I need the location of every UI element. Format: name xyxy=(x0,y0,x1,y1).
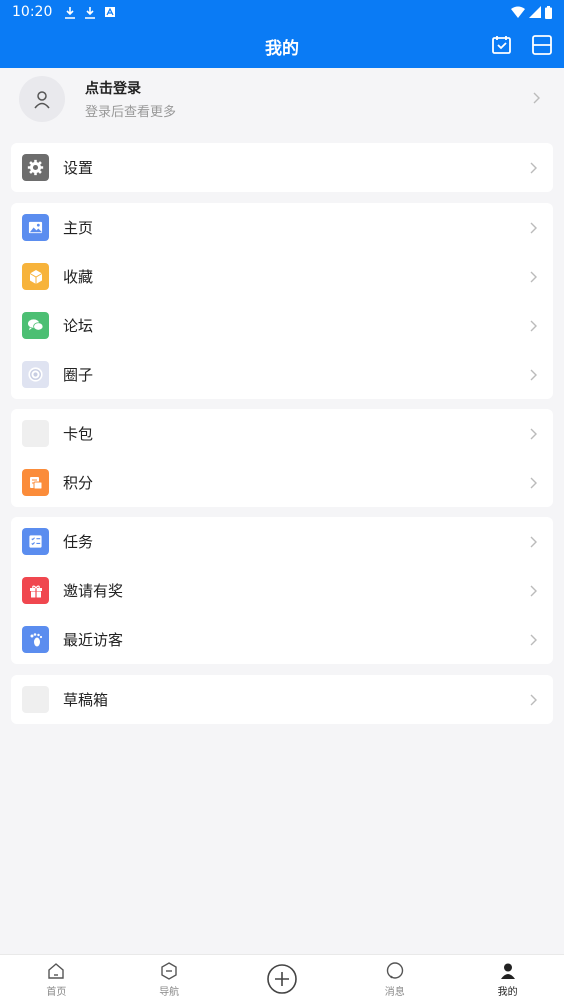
nav-tab-add[interactable] xyxy=(226,955,339,1004)
signal-icon xyxy=(529,6,541,18)
menu-item-label: 圈子 xyxy=(63,366,94,384)
nav-tab-home[interactable]: 首页 xyxy=(0,955,113,1004)
download-icon xyxy=(65,6,76,19)
menu-item-label: 主页 xyxy=(63,219,94,237)
login-row[interactable]: 点击登录 登录后查看更多 xyxy=(0,68,564,130)
menu-item-points[interactable]: 积分 xyxy=(11,458,553,507)
menu-item-label: 设置 xyxy=(63,159,94,177)
menu-item-invite-rewards[interactable]: 邀请有奖 xyxy=(11,566,553,615)
menu-item-forum[interactable]: 论坛 xyxy=(11,301,553,350)
menu-item-label: 草稿箱 xyxy=(63,691,109,709)
nav-label: 导航 xyxy=(159,987,180,998)
title-row: 我的 xyxy=(0,24,564,68)
scan-icon[interactable] xyxy=(530,33,554,57)
menu-item-card-wallet[interactable]: 卡包 xyxy=(11,409,553,458)
box-icon xyxy=(22,263,49,290)
menu-item-label: 邀请有奖 xyxy=(63,582,124,600)
message-icon xyxy=(386,962,403,979)
menu-group-activities: 任务 邀请有奖 最近访客 xyxy=(11,517,553,664)
chevron-right-icon xyxy=(527,162,539,174)
menu-item-recent-visitors[interactable]: 最近访客 xyxy=(11,615,553,664)
avatar[interactable] xyxy=(19,76,65,122)
add-icon xyxy=(267,963,297,994)
nav-label: 我的 xyxy=(497,987,518,998)
status-notifications xyxy=(64,6,116,19)
menu-group-drafts: 草稿箱 xyxy=(11,675,553,724)
chevron-right-icon xyxy=(530,92,542,104)
menu-item-drafts[interactable]: 草稿箱 xyxy=(11,675,553,724)
gift-icon xyxy=(22,577,49,604)
nav-tab-messages[interactable]: 消息 xyxy=(338,955,451,1004)
chevron-right-icon xyxy=(527,536,539,548)
menu-item-label: 收藏 xyxy=(63,268,94,286)
menu-item-label: 任务 xyxy=(63,533,94,551)
battery-icon xyxy=(545,5,552,19)
nav-label: 首页 xyxy=(46,987,67,998)
task-icon xyxy=(22,528,49,555)
chevron-right-icon xyxy=(527,222,539,234)
nav-tab-navigation[interactable]: 导航 xyxy=(113,955,226,1004)
menu-item-circle[interactable]: 圈子 xyxy=(11,350,553,399)
nav-label: 消息 xyxy=(384,987,405,998)
gear-icon xyxy=(22,154,49,181)
chevron-right-icon xyxy=(527,428,539,440)
app-header: 10:20 我的 xyxy=(0,0,564,68)
menu-group-settings: 设置 xyxy=(11,143,553,192)
download-icon xyxy=(85,6,96,19)
user-avatar-icon xyxy=(34,91,50,109)
status-time: 10:20 xyxy=(12,4,53,20)
footprint-icon xyxy=(22,626,49,653)
login-title: 点击登录 xyxy=(85,81,141,97)
points-icon xyxy=(22,469,49,496)
profile-icon xyxy=(500,963,515,979)
chevron-right-icon xyxy=(527,694,539,706)
circle-icon xyxy=(22,361,49,388)
menu-item-label: 积分 xyxy=(63,474,94,492)
card-icon xyxy=(22,420,49,447)
menu-item-label: 论坛 xyxy=(63,317,94,335)
navigation-icon xyxy=(161,962,177,980)
menu-item-label: 最近访客 xyxy=(63,631,124,649)
chevron-right-icon xyxy=(527,320,539,332)
chevron-right-icon xyxy=(527,634,539,646)
menu-item-label: 卡包 xyxy=(63,425,94,443)
chevron-right-icon xyxy=(527,477,539,489)
menu-item-favorites[interactable]: 收藏 xyxy=(11,252,553,301)
status-system-icons xyxy=(511,5,552,19)
image-icon xyxy=(22,214,49,241)
checkin-calendar-icon[interactable] xyxy=(490,33,514,57)
chevron-right-icon xyxy=(527,585,539,597)
menu-item-homepage[interactable]: 主页 xyxy=(11,203,553,252)
draft-icon xyxy=(22,686,49,713)
wifi-icon xyxy=(511,6,525,18)
chevron-right-icon xyxy=(527,271,539,283)
home-icon xyxy=(48,963,65,979)
status-bar: 10:20 xyxy=(0,0,564,24)
menu-item-settings[interactable]: 设置 xyxy=(11,143,553,192)
chevron-right-icon xyxy=(527,369,539,381)
bottom-navigation: 首页 导航 消息 我的 xyxy=(0,954,564,1004)
header-actions xyxy=(490,33,554,57)
menu-item-tasks[interactable]: 任务 xyxy=(11,517,553,566)
nav-tab-profile[interactable]: 我的 xyxy=(451,955,564,1004)
login-subtitle: 登录后查看更多 xyxy=(85,105,177,120)
login-text: 点击登录 登录后查看更多 xyxy=(85,78,176,120)
app-notification-icon xyxy=(105,6,116,17)
page-title: 我的 xyxy=(265,38,299,59)
menu-group-wallet: 卡包 积分 xyxy=(11,409,553,507)
menu-group-content: 主页 收藏 论坛 圈子 xyxy=(11,203,553,399)
chat-icon xyxy=(22,312,49,339)
